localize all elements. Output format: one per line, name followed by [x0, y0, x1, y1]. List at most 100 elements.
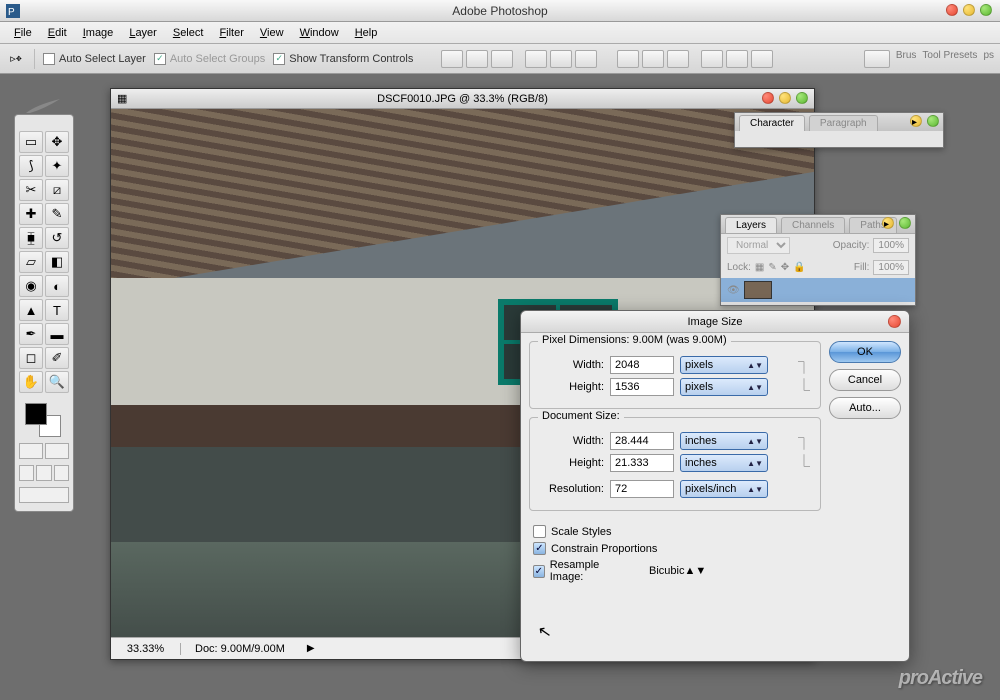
ok-button[interactable]: OK [829, 341, 901, 363]
panel-menu-icon[interactable]: ▸ [884, 219, 889, 230]
jump-to[interactable] [19, 487, 69, 503]
screen-full[interactable] [54, 465, 69, 481]
lock-paint-icon[interactable]: ✎ [768, 262, 776, 273]
minimize-icon[interactable] [779, 92, 791, 104]
close-icon[interactable] [888, 315, 901, 328]
gradient-tool[interactable]: ◧ [45, 251, 69, 273]
dist-btn[interactable] [726, 50, 748, 68]
align-btn[interactable] [441, 50, 463, 68]
lock-all-icon[interactable]: 🔒 [793, 262, 805, 273]
shape-tool[interactable]: ▬ [45, 323, 69, 345]
zoom-icon[interactable] [796, 92, 808, 104]
lock-transparent-icon[interactable]: ▦ [755, 262, 764, 273]
px-width-unit[interactable]: pixels▲▼ [680, 356, 768, 374]
align-btn[interactable] [491, 50, 513, 68]
move-tool[interactable]: ✥ [45, 131, 69, 153]
menu-window[interactable]: Window [292, 24, 347, 42]
slice-tool[interactable]: ⧄ [45, 179, 69, 201]
close-icon[interactable] [927, 115, 939, 127]
fg-color[interactable] [25, 403, 47, 425]
eyedropper-tool[interactable]: ✐ [45, 347, 69, 369]
status-menu-icon[interactable]: ▶ [307, 643, 315, 654]
dialog-titlebar[interactable]: Image Size [521, 311, 909, 333]
blend-mode-select[interactable]: Normal [727, 237, 790, 254]
doc-height-unit[interactable]: inches▲▼ [680, 454, 768, 472]
path-select-tool[interactable]: ▲ [19, 299, 43, 321]
opt-auto-select-layer[interactable]: Auto Select Layer [43, 53, 146, 65]
align-btn[interactable] [575, 50, 597, 68]
blur-tool[interactable]: ◉ [19, 275, 43, 297]
doc-info[interactable]: Doc: 9.00M/9.00M [181, 643, 299, 655]
tab-paragraph[interactable]: Paragraph [809, 115, 878, 131]
move-tool-icon[interactable]: ▹✥ [6, 49, 26, 69]
screen-full-menu[interactable] [36, 465, 51, 481]
tab-layers[interactable]: Layers [725, 217, 777, 233]
notes-tool[interactable]: ◻ [19, 347, 43, 369]
crop-tool[interactable]: ✂ [19, 179, 43, 201]
menu-help[interactable]: Help [347, 24, 386, 42]
doc-height-input[interactable] [610, 454, 674, 472]
fill-field[interactable]: 100% [873, 260, 909, 275]
tab-channels[interactable]: Channels [781, 217, 845, 233]
mode-quickmask[interactable] [45, 443, 69, 459]
constrain-checkbox[interactable]: ✓Constrain Proportions [533, 542, 817, 555]
type-tool[interactable]: T [45, 299, 69, 321]
px-width-input[interactable] [610, 356, 674, 374]
zoom-tool[interactable]: 🔍 [45, 371, 69, 393]
menu-filter[interactable]: Filter [211, 24, 251, 42]
close-icon[interactable] [762, 92, 774, 104]
layer-thumbnail[interactable] [744, 281, 772, 299]
well-tab[interactable]: ps [983, 50, 994, 68]
resolution-input[interactable] [610, 480, 674, 498]
close-icon[interactable] [899, 217, 911, 229]
resample-method-select[interactable]: Bicubic▲▼ [649, 565, 817, 577]
tab-character[interactable]: Character [739, 115, 805, 131]
mode-standard[interactable] [19, 443, 43, 459]
history-brush-tool[interactable]: ↺ [45, 227, 69, 249]
menu-select[interactable]: Select [165, 24, 212, 42]
menu-view[interactable]: View [252, 24, 292, 42]
brush-tool[interactable]: ✎ [45, 203, 69, 225]
doc-width-input[interactable] [610, 432, 674, 450]
zoom-icon[interactable] [980, 4, 992, 16]
menu-image[interactable]: Image [75, 24, 122, 42]
px-height-input[interactable] [610, 378, 674, 396]
scale-styles-checkbox[interactable]: Scale Styles [533, 525, 817, 538]
resample-checkbox[interactable]: ✓Resample Image: Bicubic▲▼ [533, 559, 817, 583]
document-titlebar[interactable]: ▦ DSCF0010.JPG @ 33.3% (RGB/8) [111, 89, 814, 109]
doc-width-unit[interactable]: inches▲▼ [680, 432, 768, 450]
dist-btn[interactable] [642, 50, 664, 68]
dist-btn[interactable] [667, 50, 689, 68]
pen-tool[interactable]: ✒ [19, 323, 43, 345]
menu-layer[interactable]: Layer [121, 24, 165, 42]
dist-btn[interactable] [701, 50, 723, 68]
marquee-tool[interactable]: ▭ [19, 131, 43, 153]
align-btn[interactable] [466, 50, 488, 68]
resolution-unit[interactable]: pixels/inch▲▼ [680, 480, 768, 498]
dist-btn[interactable] [617, 50, 639, 68]
align-btn[interactable] [550, 50, 572, 68]
well-tab[interactable]: Brus [896, 50, 917, 68]
auto-button[interactable]: Auto... [829, 397, 901, 419]
panel-menu-icon[interactable]: ▸ [912, 117, 917, 128]
healing-tool[interactable]: ✚ [19, 203, 43, 225]
zoom-field[interactable]: 33.33% [111, 643, 181, 655]
wand-tool[interactable]: ✦ [45, 155, 69, 177]
opt-show-transform[interactable]: ✓Show Transform Controls [273, 53, 413, 65]
eraser-tool[interactable]: ▱ [19, 251, 43, 273]
lock-move-icon[interactable]: ✥ [781, 262, 789, 273]
dist-btn[interactable] [751, 50, 773, 68]
minimize-icon[interactable] [963, 4, 975, 16]
cancel-button[interactable]: Cancel [829, 369, 901, 391]
lasso-tool[interactable]: ⟆ [19, 155, 43, 177]
menu-edit[interactable]: Edit [40, 24, 75, 42]
opacity-field[interactable]: 100% [873, 238, 909, 253]
visibility-icon[interactable]: 👁 [727, 285, 740, 296]
menu-file[interactable]: File [6, 24, 40, 42]
px-height-unit[interactable]: pixels▲▼ [680, 378, 768, 396]
align-btn[interactable] [525, 50, 547, 68]
dodge-tool[interactable]: ◐ [45, 275, 69, 297]
stamp-tool[interactable]: ⧯ [19, 227, 43, 249]
screen-std[interactable] [19, 465, 34, 481]
well-tab[interactable]: Tool Presets [922, 50, 977, 68]
